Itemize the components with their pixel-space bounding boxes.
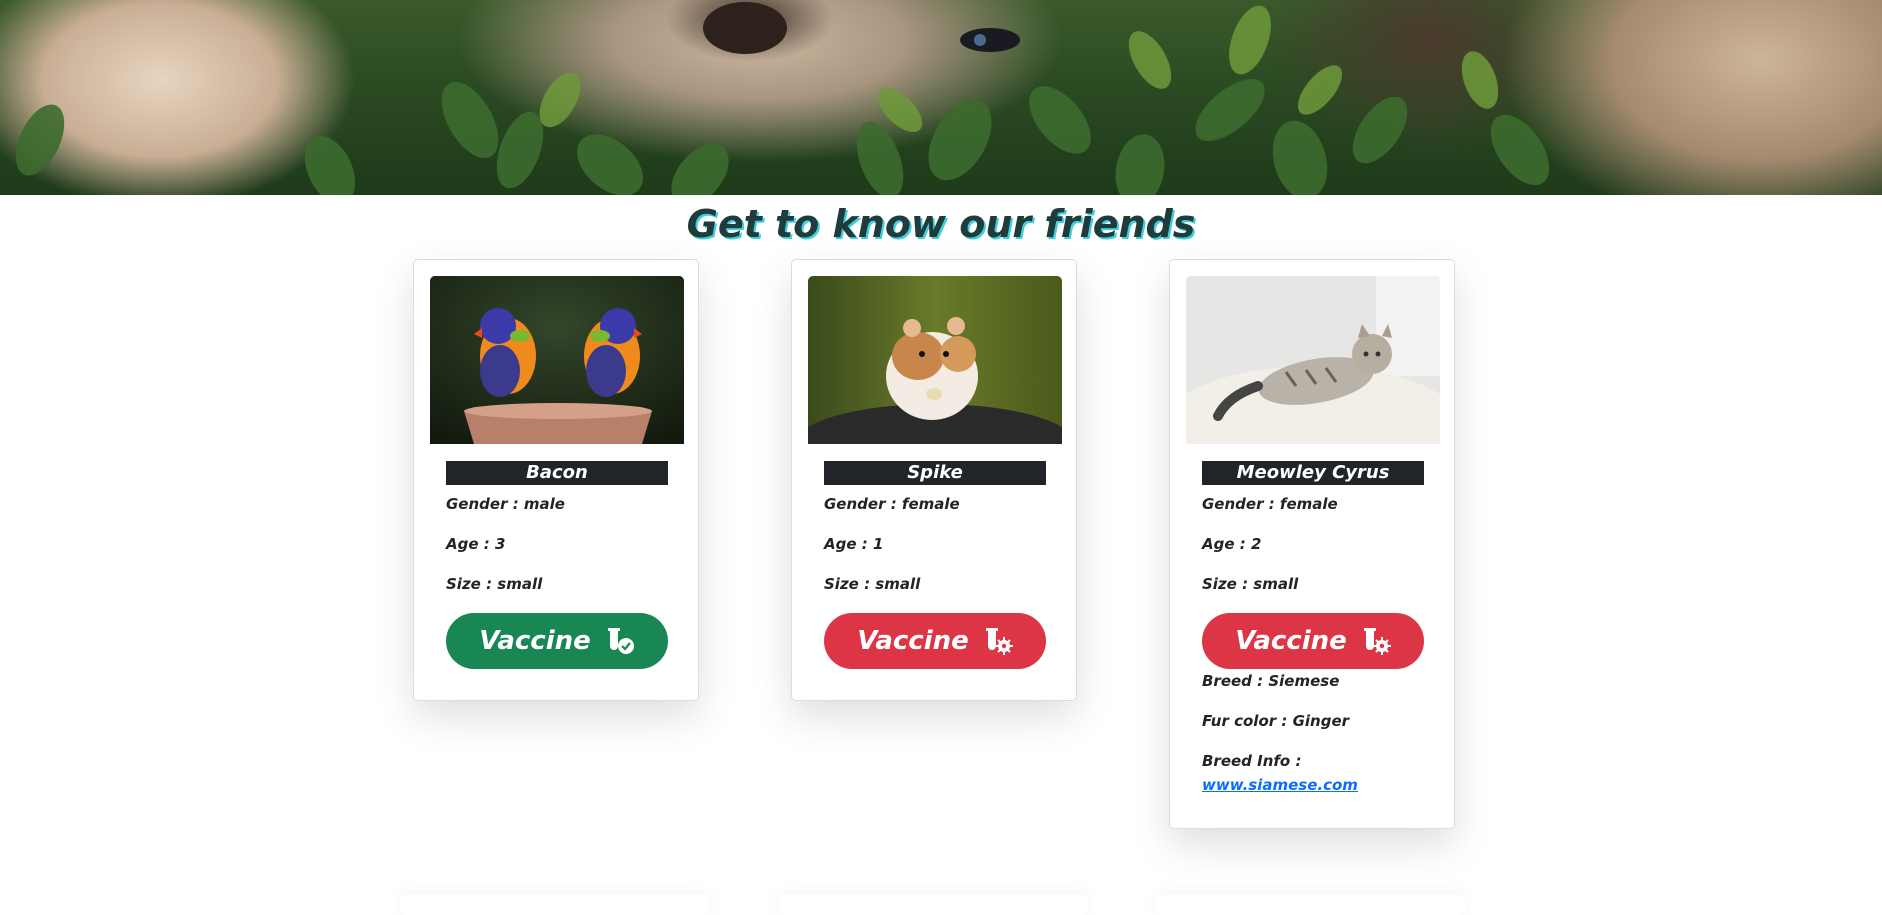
next-row-card-edge bbox=[778, 895, 1088, 915]
hero-foliage bbox=[15, 2, 1550, 195]
pet-age: Age : 3 bbox=[446, 535, 506, 553]
vial-virus-icon bbox=[1363, 628, 1391, 655]
pet-card-meowley-cyrus: Meowley Cyrus Gender : female Age : 2 Si… bbox=[1169, 259, 1455, 829]
pet-size: Size : small bbox=[1202, 575, 1299, 593]
vaccine-button[interactable]: Vaccine bbox=[824, 613, 1046, 669]
vaccine-button[interactable]: Vaccine bbox=[1202, 613, 1424, 669]
vaccine-label: Vaccine bbox=[479, 626, 591, 656]
next-row-card-edge bbox=[1156, 895, 1466, 915]
page-title: Get to know our friends bbox=[686, 202, 1196, 246]
pet-card-bacon: Bacon Gender : male Age : 3 Size : small… bbox=[413, 259, 699, 701]
pet-fur-color: Fur color : Ginger bbox=[1202, 712, 1350, 730]
pet-photo-kitten bbox=[1186, 276, 1440, 444]
vaccine-label: Vaccine bbox=[857, 626, 969, 656]
pet-gender: Gender : male bbox=[446, 495, 565, 513]
vaccine-button[interactable]: Vaccine bbox=[446, 613, 668, 669]
vial-virus-icon bbox=[985, 628, 1013, 655]
pet-card-spike: Spike Gender : female Age : 1 Size : sma… bbox=[791, 259, 1077, 701]
pet-breed-info-label: Breed Info : bbox=[1202, 752, 1302, 770]
hero-banner-image bbox=[0, 0, 1882, 195]
pet-breed-info: www.siamese.com bbox=[1202, 775, 1358, 795]
pet-breed: Breed : Siemese bbox=[1202, 672, 1340, 690]
pet-name: Bacon bbox=[446, 461, 668, 485]
pet-gender: Gender : female bbox=[824, 495, 960, 513]
pet-size: Size : small bbox=[446, 575, 543, 593]
next-row-card-edge bbox=[400, 895, 710, 915]
pet-name: Spike bbox=[824, 461, 1046, 485]
pet-photo-parrots bbox=[430, 276, 684, 444]
pet-photo-hamster bbox=[808, 276, 1062, 444]
vial-check-icon bbox=[607, 628, 634, 654]
breed-info-link[interactable]: www.siamese.com bbox=[1202, 776, 1358, 794]
pet-age: Age : 1 bbox=[824, 535, 884, 553]
pet-age: Age : 2 bbox=[1202, 535, 1262, 553]
pet-gender: Gender : female bbox=[1202, 495, 1338, 513]
pet-size: Size : small bbox=[824, 575, 921, 593]
pet-name: Meowley Cyrus bbox=[1202, 461, 1424, 485]
vaccine-label: Vaccine bbox=[1235, 626, 1347, 656]
